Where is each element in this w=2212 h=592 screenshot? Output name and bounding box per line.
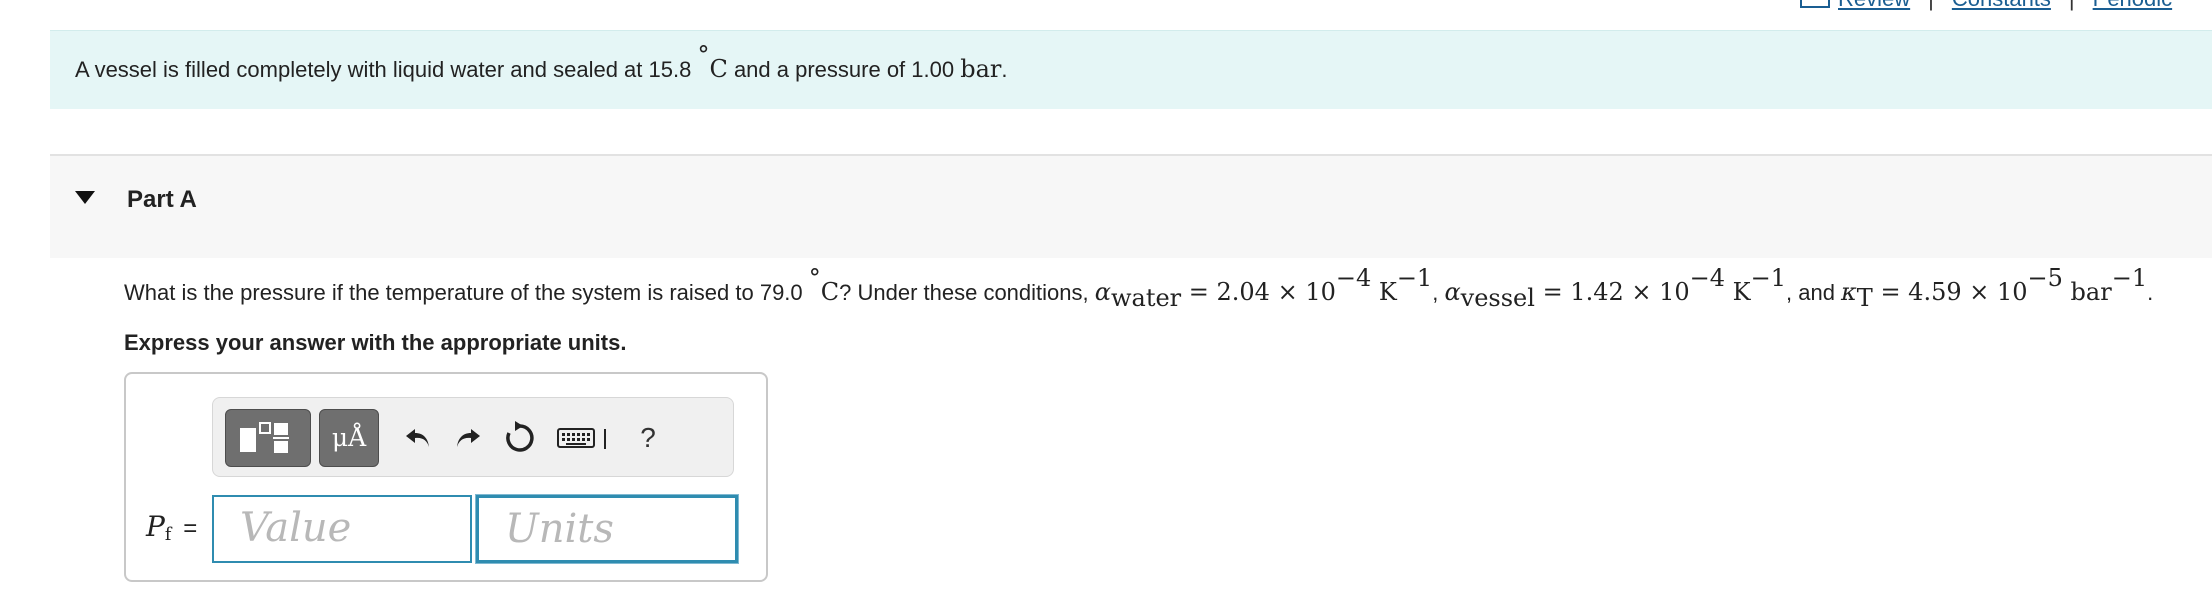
problem-intro: A vessel is filled completely with liqui… [50,30,2212,109]
q-celsius: C [820,278,840,306]
intro-text-2: and a pressure of 1.00 [727,57,961,82]
exp-3: −5 [2027,263,2063,292]
kappa-value: = 4.59 × 10 [1872,278,2028,306]
alpha-vessel-symbol: α [1444,278,1461,306]
templates-button[interactable] [225,409,311,467]
undo-icon [406,429,429,447]
sub-water: water [1110,284,1182,312]
top-links: Review | Constants | Periodic [1800,0,2190,11]
exp-2: −4 [1689,263,1726,292]
q-text-1: What is the pressure if the temperature … [124,280,809,305]
answer-box: μÅ ? Pf = Value Units [124,372,768,582]
pf-label: Pf = [146,510,198,546]
link-separator: | [1928,0,1934,11]
reset-icon [506,421,534,452]
part-title: Part A [127,186,197,213]
constants-link[interactable]: Constants [1952,0,2051,11]
pf-variable: P [146,510,165,543]
answer-instruction: Express your answer with the appropriate… [124,330,627,355]
bar-unit: bar [960,55,1002,83]
question-text: What is the pressure if the temperature … [124,266,2154,310]
alpha-water-value: = 2.04 × 10 [1181,278,1336,306]
sub-t: T [1856,284,1873,312]
kelvin-1: K [1371,278,1397,306]
redo-icon [457,429,480,447]
periodic-table-link[interactable]: Periodic [2093,0,2172,11]
q-degree: ° [808,263,821,292]
undo-button[interactable] [395,409,441,467]
bar-exp: −1 [2111,263,2148,292]
exp-1: −4 [1335,263,1372,292]
part-a-header[interactable]: Part A [50,154,2212,258]
intro-text: A vessel is filled completely with liqui… [75,43,1008,83]
math-toolbar: μÅ ? [212,397,734,477]
alpha-water-symbol: α [1094,278,1111,306]
keyboard-button[interactable] [555,409,619,467]
pf-equals: = [183,515,198,542]
q-comma: , [1432,280,1445,305]
units-input[interactable]: Units [476,495,738,563]
link-separator-2: | [2069,0,2075,11]
units-button[interactable]: μÅ [319,409,379,467]
kelvin-exp-1: −1 [1396,263,1433,292]
celsius-unit: C [709,55,728,83]
q-period: . [2147,280,2154,305]
keyboard-icon [557,428,606,449]
kelvin-exp-2: −1 [1750,263,1786,292]
kappa-symbol: κ [1841,278,1857,306]
alpha-vessel-value: = 1.42 × 10 [1534,278,1690,306]
q-text-2: ? Under these conditions, [839,280,1095,305]
intro-text-1: A vessel is filled completely with liqui… [75,57,698,82]
bar-unit-q: bar [2062,278,2112,306]
kelvin-2: K [1725,278,1751,306]
reset-button[interactable] [497,409,543,467]
intro-period: . [1001,57,1008,82]
review-icon [1800,0,1830,9]
help-button[interactable]: ? [633,409,663,467]
redo-button[interactable] [445,409,491,467]
pf-subscript: f [164,525,172,546]
review-link[interactable]: Review [1838,0,1910,11]
q-and: , and [1786,280,1842,305]
collapse-triangle-icon[interactable] [75,191,95,207]
sub-vessel: vessel [1460,284,1535,312]
value-input[interactable]: Value [212,495,472,563]
templates-icon [240,422,289,453]
degree-symbol: ° [697,40,710,69]
